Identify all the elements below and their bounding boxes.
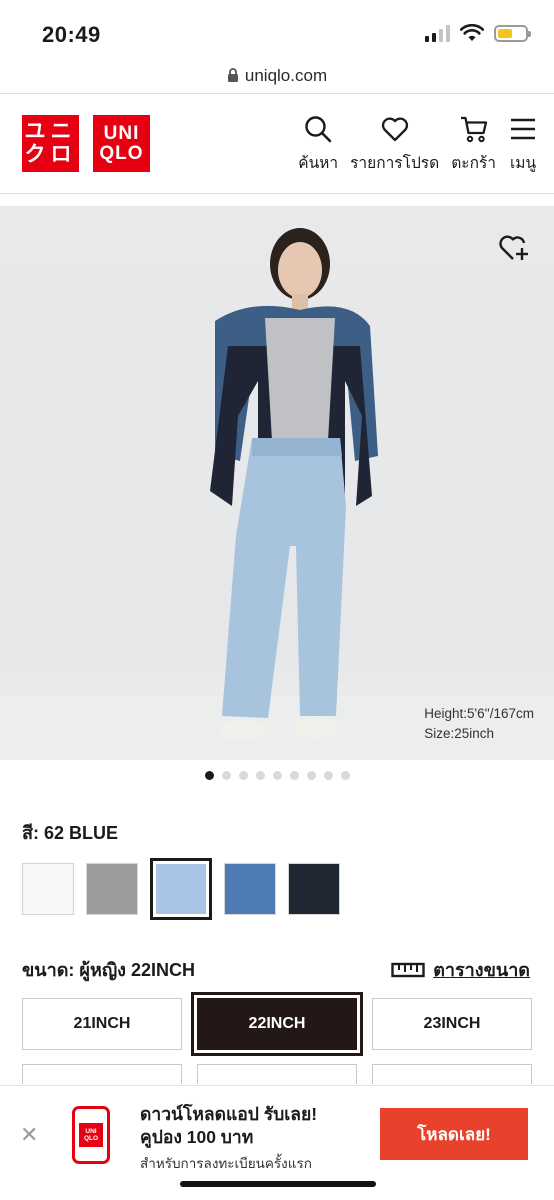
size-option-partial[interactable]: [372, 1064, 532, 1084]
logo-latin: UNI QLO: [93, 115, 150, 172]
battery-icon: [494, 24, 531, 42]
cellular-signal-icon: [425, 24, 450, 42]
model-height: Height:5'6''/167cm: [424, 706, 534, 721]
carousel-dot[interactable]: [340, 771, 350, 780]
carousel-dot[interactable]: [238, 771, 248, 780]
model-caption: Height:5'6''/167cm Size:25inch: [424, 704, 534, 744]
close-icon[interactable]: ✕: [20, 1122, 38, 1148]
status-bar: 20:49: [0, 0, 554, 58]
header-nav: ค้นหา รายการโปรด ตะกร้า เมนู: [286, 114, 538, 175]
carousel-dots: [0, 771, 554, 780]
url-text: uniqlo.com: [244, 65, 328, 85]
site-header: ユニ クロ UNI QLO ค้นหา รายการโปรด ตะกร้า เม…: [0, 94, 554, 194]
carousel-dot[interactable]: [221, 771, 231, 780]
size-chart-label: ตารางขนาด: [433, 960, 530, 980]
carousel-dot[interactable]: [323, 771, 333, 780]
model-photo: [0, 228, 554, 760]
size-option-21inch[interactable]: 21INCH: [22, 998, 182, 1050]
size-options: 21INCH 22INCH 23INCH: [22, 992, 532, 1056]
product-image[interactable]: Height:5'6''/167cm Size:25inch: [0, 206, 554, 760]
size-option-partial[interactable]: [197, 1064, 357, 1084]
nav-search-label: ค้นหา: [298, 155, 339, 172]
color-label: สี: 62 BLUE: [22, 823, 119, 843]
app-phone-icon: UNI QLO: [72, 1106, 110, 1164]
carousel-dot[interactable]: [255, 771, 265, 780]
app-download-banner: ✕ UNI QLO ดาวน์โหลดแอป รับเลย! คูปอง 100…: [0, 1085, 554, 1200]
carousel-dot[interactable]: [272, 771, 282, 780]
nav-menu-label: เมนู: [509, 155, 537, 172]
color-swatch-white[interactable]: [22, 863, 74, 915]
color-swatch-fill: [156, 864, 206, 914]
heart-plus-icon[interactable]: [498, 230, 532, 264]
status-time: 20:49: [42, 22, 101, 47]
cart-icon: [460, 116, 487, 143]
address-bar[interactable]: uniqlo.com: [0, 58, 554, 94]
search-icon: [305, 116, 332, 143]
lock-icon: [227, 68, 238, 82]
nav-menu[interactable]: เมนู: [508, 114, 538, 175]
size-label: ขนาด: ผู้หญิง 22INCH: [22, 960, 195, 980]
carousel-dot[interactable]: [289, 771, 299, 780]
size-chart-link[interactable]: ตารางขนาด: [391, 955, 530, 984]
logo-katakana: ユニ クロ: [22, 115, 79, 172]
nav-cart[interactable]: ตะกร้า: [451, 114, 496, 175]
nav-search[interactable]: ค้นหา: [298, 114, 338, 175]
color-swatch-light-blue[interactable]: [150, 858, 212, 920]
nav-wishlist[interactable]: รายการโปรด: [350, 114, 439, 175]
color-swatch-navy[interactable]: [288, 863, 340, 915]
color-swatch-gray[interactable]: [86, 863, 138, 915]
banner-subtitle: สำหรับการลงทะเบียนครั้งแรก: [140, 1156, 312, 1171]
wifi-icon: [460, 24, 484, 41]
uniqlo-logo[interactable]: ユニ クロ UNI QLO: [22, 115, 150, 172]
ruler-icon: [391, 962, 425, 977]
size-option-23inch[interactable]: 23INCH: [372, 998, 532, 1050]
carousel-dot[interactable]: [204, 771, 214, 780]
banner-title: ดาวน์โหลดแอป รับเลย! คูปอง 100 บาท: [140, 1104, 318, 1147]
heart-icon: [381, 117, 408, 142]
size-option-22inch[interactable]: 22INCH: [191, 992, 363, 1056]
size-options-row-2: [22, 1064, 532, 1084]
status-icons: [425, 24, 531, 42]
model-size: Size:25inch: [424, 726, 494, 741]
carousel-dot[interactable]: [306, 771, 316, 780]
size-option-partial[interactable]: [22, 1064, 182, 1084]
nav-cart-label: ตะกร้า: [451, 155, 496, 172]
download-app-button[interactable]: โหลดเลย!: [380, 1108, 528, 1160]
nav-wishlist-label: รายการโปรด: [350, 155, 440, 172]
mini-uniqlo-logo: UNI QLO: [79, 1123, 103, 1147]
color-swatches: [22, 858, 340, 920]
menu-icon: [511, 118, 535, 140]
color-swatch-blue[interactable]: [224, 863, 276, 915]
home-indicator: [180, 1181, 376, 1187]
